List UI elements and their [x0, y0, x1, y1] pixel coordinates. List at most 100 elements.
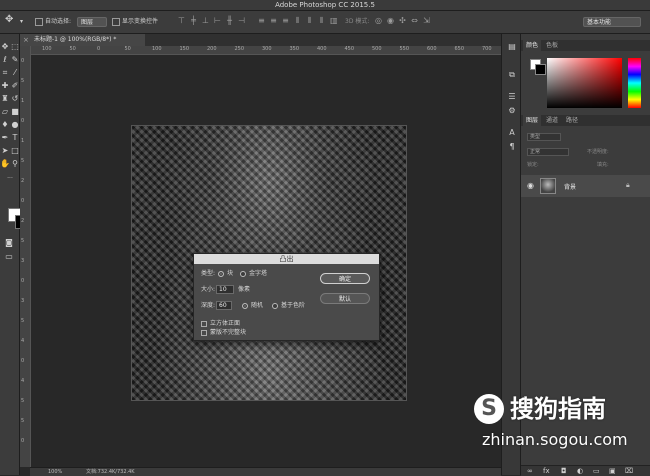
type-pyramid-radio[interactable]	[240, 271, 246, 277]
size-input[interactable]: 10	[216, 285, 234, 294]
ruler-left-tick: 3	[21, 258, 25, 264]
ruler-left-tick: 5	[21, 78, 25, 84]
align-top-icon[interactable]: ⊤	[178, 16, 185, 26]
paragraph-panel-icon[interactable]: ¶	[507, 142, 517, 152]
type-pyramid-label: 金字塔	[249, 270, 268, 277]
ruler-left-tick: 5	[21, 158, 25, 164]
distribute-top-icon[interactable]: ≡	[258, 16, 265, 26]
color-picker-field[interactable]	[547, 58, 622, 108]
character-panel-icon[interactable]: A	[507, 128, 517, 138]
align-hcenter-icon[interactable]: ╫	[226, 16, 233, 26]
eraser-icon[interactable]: ▱	[0, 107, 10, 117]
distribute-right-icon[interactable]: ⦀	[318, 16, 325, 26]
tab-channels[interactable]: 通道	[543, 115, 561, 126]
align-bottom-icon[interactable]: ⊥	[202, 16, 209, 26]
crop-icon[interactable]: ⌗	[0, 68, 10, 78]
tab-layers[interactable]: 图层	[523, 115, 542, 126]
3d-orbit-icon[interactable]: ◎	[375, 16, 382, 26]
sogou-logo-icon	[474, 394, 504, 424]
path-select-icon[interactable]: ➤	[0, 146, 10, 156]
ruler-top-tick: 250	[234, 46, 245, 52]
distribute-left-icon[interactable]: ⦀	[294, 16, 301, 26]
cube-faces-checkbox[interactable]	[201, 321, 207, 327]
blend-mode-dropdown[interactable]: 正常	[527, 148, 569, 156]
visibility-eye-icon[interactable]: ◉	[527, 181, 534, 190]
hue-slider[interactable]	[628, 58, 641, 108]
show-transform-checkbox[interactable]	[112, 17, 120, 26]
workspace-dropdown[interactable]: 基本功能	[583, 17, 641, 27]
align-right-icon[interactable]: ⊣	[238, 16, 245, 26]
depth-input[interactable]: 60	[216, 301, 232, 310]
healing-brush-icon[interactable]: ✚	[0, 81, 10, 91]
depth-random-radio[interactable]	[242, 303, 248, 309]
shape-icon[interactable]: □	[10, 146, 20, 156]
type-icon[interactable]: T	[10, 133, 20, 143]
adjustments-panel-icon[interactable]: ☰	[507, 92, 517, 102]
type-block-radio[interactable]	[218, 271, 224, 277]
layer-style-icon[interactable]: fx	[543, 467, 550, 475]
ruler-top-tick: 700	[482, 46, 492, 52]
3d-slide-icon[interactable]: ⇔	[411, 16, 418, 26]
tab-paths[interactable]: 路径	[563, 115, 581, 126]
document-tab[interactable]: × 未标题-1 @ 100%(RGB/8*) *	[20, 34, 145, 46]
auto-select-dropdown[interactable]: 图层	[77, 17, 107, 27]
lasso-icon[interactable]: ℓ	[0, 55, 10, 65]
adjustment-layer-icon[interactable]: ◐	[577, 467, 583, 475]
history-brush-icon[interactable]: ↺	[10, 94, 20, 104]
distribute-vcenter-icon[interactable]: ≡	[270, 16, 277, 26]
history-panel-icon[interactable]: ▤	[507, 42, 517, 52]
more-tools-icon[interactable]: ···	[5, 174, 15, 184]
eyedropper-icon[interactable]: ⁄	[10, 68, 20, 78]
move-icon[interactable]: ✥	[0, 42, 10, 52]
ruler-top-tick: 650	[454, 46, 465, 52]
show-transform-label: 显示变换控件	[122, 18, 159, 25]
depth-level-radio[interactable]	[272, 303, 278, 309]
marquee-icon[interactable]: ⬚	[10, 42, 20, 52]
default-button[interactable]: 默认	[320, 293, 370, 304]
quick-mask-icon[interactable]: ◙	[4, 238, 14, 248]
brush-icon[interactable]: ✐	[10, 81, 20, 91]
ruler-top-tick: 400	[317, 46, 327, 52]
quick-select-icon[interactable]: ✎	[10, 55, 20, 65]
clone-stamp-icon[interactable]: ♜	[0, 94, 10, 104]
hand-icon[interactable]: ✋	[0, 159, 10, 169]
ruler-left-tick: 0	[21, 118, 25, 124]
brush-panel-icon[interactable]: ⚙	[507, 106, 517, 116]
blur-icon[interactable]: ♦	[0, 120, 10, 130]
add-mask-icon[interactable]: ◘	[561, 467, 567, 475]
dodge-icon[interactable]: ●	[10, 120, 20, 130]
auto-align-icon[interactable]: ▥	[330, 16, 338, 26]
gradient-icon[interactable]: ■	[10, 107, 20, 117]
layer-kind-filter[interactable]: 类型	[527, 133, 561, 141]
align-left-icon[interactable]: ⊢	[214, 16, 221, 26]
tool-preset-chevron-icon[interactable]: ▾	[20, 17, 23, 27]
distribute-bottom-icon[interactable]: ≡	[282, 16, 289, 26]
new-group-icon[interactable]: ▭	[593, 467, 600, 475]
show-transform-group[interactable]: 显示变换控件	[112, 17, 158, 27]
auto-select-checkbox[interactable]	[35, 17, 43, 26]
3d-scale-icon[interactable]: ⇲	[423, 16, 430, 26]
3d-roll-icon[interactable]: ◉	[387, 16, 394, 26]
move-tool-icon[interactable]: ✥	[5, 15, 13, 25]
delete-layer-icon[interactable]: ⌧	[625, 467, 633, 475]
mask-incomplete-checkbox[interactable]	[201, 330, 207, 336]
distribute-hcenter-icon[interactable]: ⦀	[306, 16, 313, 26]
ok-button[interactable]: 确定	[320, 273, 370, 284]
layers-footer: ∞ fx ◘ ◐ ▭ ▣ ⌧	[521, 465, 650, 476]
ruler-top-tick: 350	[289, 46, 300, 52]
align-vcenter-icon[interactable]: ╪	[190, 16, 197, 26]
auto-select-checkbox-group[interactable]: 自动选择:	[35, 17, 71, 27]
close-tab-icon[interactable]: ×	[23, 34, 29, 46]
properties-panel-icon[interactable]: ⧉	[507, 70, 517, 80]
ruler-left-tick: 4	[21, 338, 25, 344]
link-layers-icon[interactable]: ∞	[527, 467, 533, 475]
3d-pan-icon[interactable]: ✣	[399, 16, 406, 26]
panel-background-swatch[interactable]	[535, 64, 546, 75]
screen-mode-icon[interactable]: ▭	[4, 252, 14, 262]
ruler-left-tick: 4	[21, 378, 25, 384]
pen-icon[interactable]: ✒	[0, 133, 10, 143]
new-layer-icon[interactable]: ▣	[609, 467, 616, 475]
tab-color[interactable]: 颜色	[523, 40, 542, 51]
tab-swatches[interactable]: 色板	[543, 40, 561, 51]
zoom-icon[interactable]: ⚲	[10, 159, 20, 169]
